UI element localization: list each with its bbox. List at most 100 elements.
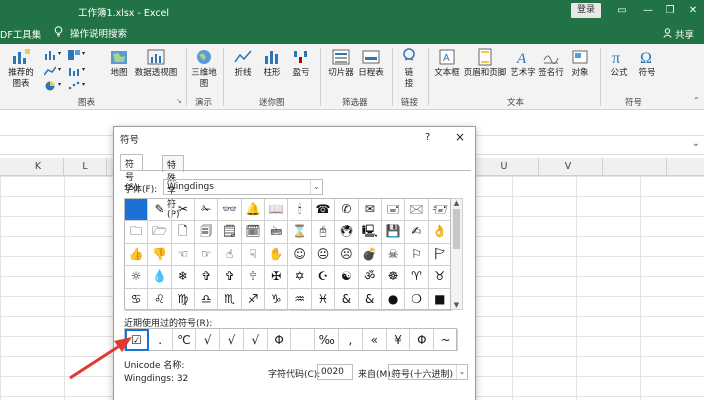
recent-symbol-cell[interactable]: ☑ [125,329,149,351]
recent-symbol-cell[interactable]: √ [244,329,268,351]
symbol-button[interactable]: Ω 符号 [634,48,660,79]
line-sparkline-button[interactable]: 折线 [230,48,256,79]
symbol-cell[interactable]: 💧 [148,266,172,289]
dialog-launcher-icon[interactable]: ↘ [176,97,182,105]
signature-line-button[interactable]: 签名行 [537,48,565,79]
symbol-cell[interactable]: ♋ [125,288,149,311]
recent-symbol-cell[interactable]: √ [196,329,221,351]
symbol-cell[interactable]: ♌ [148,288,172,311]
symbol-grid-scrollbar[interactable]: ▲ ▼ [451,198,463,310]
recent-symbol-cell[interactable]: ¥ [387,329,411,351]
symbol-cell[interactable]: 🗁 [148,221,172,244]
column-chart-icon[interactable] [44,50,56,60]
recommended-charts-button[interactable]: 推荐的 图表 [6,48,36,90]
recent-symbol-cell[interactable]: « [363,329,387,351]
from-select[interactable]: 符号(十六进制) ⌄ [388,364,468,380]
symbol-cell[interactable] [125,199,149,222]
close-window-icon[interactable]: ✕ [683,3,703,19]
link-button[interactable]: 链 接 [397,48,421,90]
symbol-cell[interactable]: ♈ [405,266,429,289]
symbol-cell[interactable]: ✞ [195,266,219,289]
statistic-chart-icon[interactable] [68,66,80,76]
tab-symbols[interactable]: 符号(S) [120,154,143,193]
symbol-cell[interactable]: ♍ [171,288,196,311]
recent-symbol-cell[interactable]: ℃ [173,329,197,351]
symbol-cell[interactable]: 🔔 [241,199,266,222]
symbol-cell[interactable]: ❄ [171,266,196,289]
map-button[interactable]: 地图 [105,48,133,79]
scroll-thumb[interactable] [453,209,460,249]
recent-symbol-cell[interactable] [292,329,316,351]
symbol-cell[interactable]: 🏱 [428,243,452,267]
symbol-cell[interactable]: 🗀 [125,221,149,244]
3d-map-button[interactable]: 三维地 图 [191,48,217,90]
symbol-cell[interactable]: ♎ [195,288,219,311]
symbol-cell[interactable]: 🖂 [405,199,429,222]
hierarchy-chart-icon[interactable] [68,50,80,60]
symbol-cell[interactable]: ✎ [148,199,172,222]
symbol-cell[interactable]: ● [381,288,406,311]
restore-icon[interactable]: ❐ [660,3,680,19]
share-button[interactable]: 共享 [663,27,694,41]
symbol-cell[interactable]: 🗒 [218,221,242,244]
header-footer-button[interactable]: 页眉和页脚 [463,48,507,79]
dropdown-arrow-icon[interactable]: ▾ [58,66,61,73]
pivot-chart-button[interactable]: 数据透视图 [134,48,178,79]
dropdown-arrow-icon[interactable]: ▾ [58,50,61,57]
recent-symbols-row[interactable]: ☑. ℃ √ √ √ Φ ‰, «¥ Φ ~ [124,328,458,351]
symbol-cell[interactable]: ☪ [311,266,336,289]
tab-pdf-tools[interactable]: DF工具集 [0,27,41,41]
symbol-cell[interactable]: ✂ [171,199,196,222]
symbol-cell[interactable]: 🖮 [265,221,289,244]
symbol-cell[interactable]: ⚐ [405,243,429,267]
column-header-v[interactable]: V [558,161,578,172]
symbol-cell[interactable]: 🖳 [358,221,382,244]
symbol-cell[interactable]: 🗐 [195,221,219,244]
symbol-cell[interactable]: ♒ [288,288,312,311]
symbol-cell[interactable]: ✡ [288,266,312,289]
symbol-cell[interactable]: ☠ [381,243,406,267]
symbol-cell[interactable]: 👌 [428,221,452,244]
symbol-cell[interactable]: ♑ [265,288,289,311]
equation-button[interactable]: π 公式 [606,48,632,79]
symbol-cell[interactable]: ❍ [405,288,429,311]
textbox-button[interactable]: A 文本框 [433,48,461,79]
symbol-cell[interactable]: ☯ [335,266,359,289]
object-button[interactable]: 对象 [567,48,593,79]
symbol-cell[interactable]: ☟ [241,243,266,267]
symbol-cell[interactable]: 🕆 [241,266,266,289]
recent-symbol-cell[interactable]: , [339,329,363,351]
symbol-cell[interactable]: 👍 [125,243,149,267]
symbol-cell[interactable]: 🖲 [335,221,359,244]
symbol-cell[interactable]: 🖰 [311,221,336,244]
ribbon-display-icon[interactable]: ▭ [612,3,632,19]
timeline-button[interactable]: 日程表 [356,48,386,79]
symbol-cell[interactable]: ✆ [335,199,359,222]
recent-symbol-cell[interactable]: Φ [268,329,292,351]
wordart-button[interactable]: A 艺术字 [509,48,537,79]
close-icon[interactable]: × [455,130,465,144]
scroll-up-icon[interactable]: ▲ [451,199,462,207]
recent-symbol-cell[interactable]: ~ [434,329,458,351]
symbol-cell[interactable]: 💾 [381,221,406,244]
symbol-cell[interactable]: 🕯 [288,199,312,222]
slicer-button[interactable]: 切片器 [326,48,356,79]
symbol-cell[interactable]: ✉ [358,199,382,222]
symbol-cell[interactable]: 🗋 [171,221,196,244]
scroll-down-icon[interactable]: ▼ [451,301,462,309]
symbol-cell[interactable]: ■ [428,288,452,311]
symbol-cell[interactable]: 📖 [265,199,289,222]
symbol-cell[interactable]: ✞ [218,266,242,289]
symbol-cell[interactable]: ☸ [381,266,406,289]
recent-symbol-cell[interactable]: . [149,329,173,351]
symbol-cell[interactable]: ✍ [405,221,429,244]
column-sparkline-button[interactable]: 柱形 [259,48,285,79]
symbol-cell[interactable]: ✁ [195,199,219,222]
line-chart-icon[interactable] [43,66,57,76]
symbol-cell[interactable]: & [335,288,359,311]
symbol-cell[interactable]: ♓ [311,288,336,311]
symbol-cell[interactable]: 💣 [358,243,382,267]
symbol-cell[interactable]: ♉ [428,266,452,289]
symbol-cell[interactable]: 🖃 [381,199,406,222]
chevron-down-icon[interactable]: ⌄ [310,180,322,194]
